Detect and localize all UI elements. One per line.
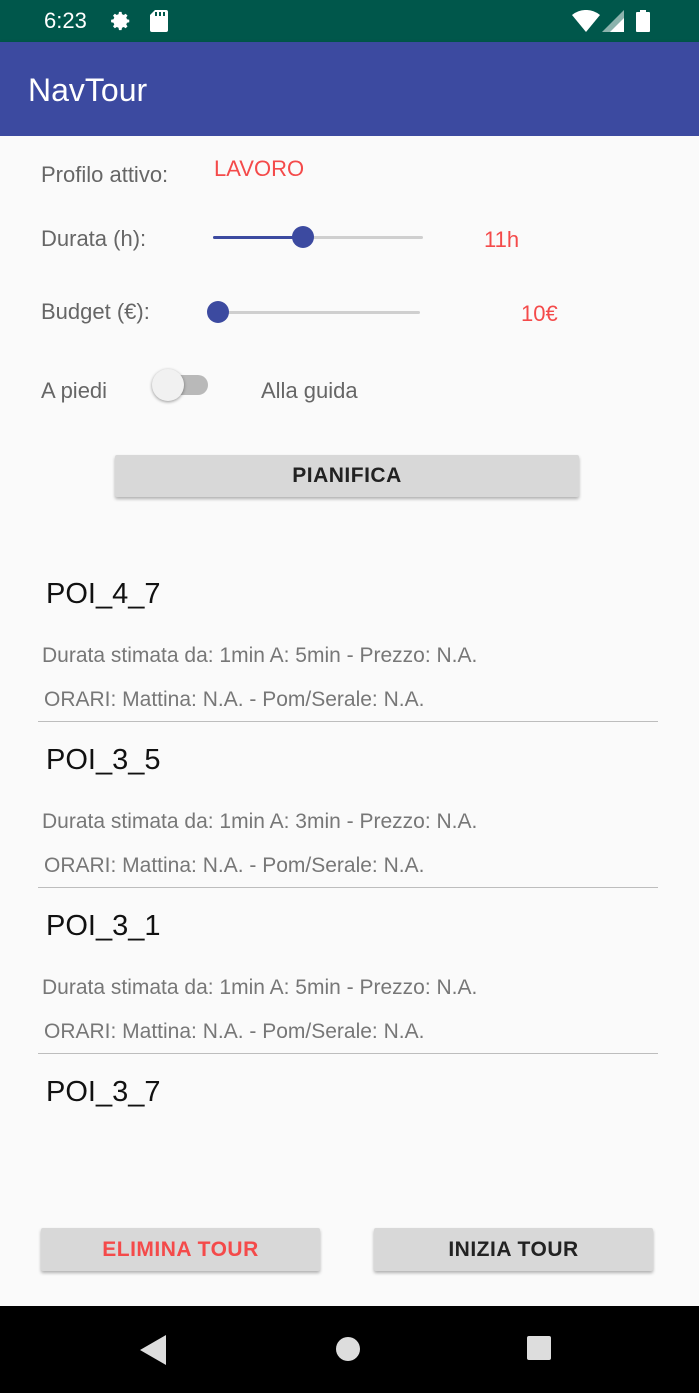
poi-duration-price: Durata stimata da: 1min A: 5min - Prezzo…	[42, 644, 478, 667]
poi-hours: ORARI: Mattina: N.A. - Pom/Serale: N.A.	[44, 688, 425, 711]
plan-button[interactable]: PIANIFICA	[115, 455, 579, 497]
mode-left-label: A piedi	[41, 378, 108, 403]
profile-label: Profilo attivo:	[41, 162, 169, 187]
poi-title: POI_3_1	[46, 910, 161, 942]
duration-slider-fill	[213, 236, 304, 239]
budget-slider[interactable]	[207, 301, 420, 323]
switch-thumb	[152, 369, 184, 401]
settings-icon	[110, 10, 132, 37]
battery-icon	[636, 10, 650, 37]
wifi-icon	[572, 9, 600, 37]
poi-title: POI_3_7	[46, 1076, 161, 1108]
main-content: Profilo attivo: LAVORO Durata (h): 11h B…	[0, 136, 699, 1306]
poi-list: POI_4_7 Durata stimata da: 1min A: 5min …	[38, 556, 658, 1220]
list-item[interactable]: POI_3_7	[38, 1054, 658, 1220]
budget-slider-thumb[interactable]	[207, 301, 229, 323]
mode-right-label: Alla guida	[261, 378, 358, 403]
poi-duration-price: Durata stimata da: 1min A: 3min - Prezzo…	[42, 810, 478, 833]
poi-title: POI_3_5	[46, 744, 161, 776]
profile-value: LAVORO	[214, 156, 305, 181]
signal-icon	[602, 10, 624, 37]
list-item[interactable]: POI_3_1 Durata stimata da: 1min A: 5min …	[38, 888, 658, 1054]
start-tour-button[interactable]: INIZIA TOUR	[374, 1228, 653, 1271]
list-item[interactable]: POI_4_7 Durata stimata da: 1min A: 5min …	[38, 556, 658, 722]
budget-value: 10€	[521, 301, 558, 326]
duration-label: Durata (h):	[41, 226, 147, 251]
sd-card-icon	[150, 10, 168, 37]
status-bar: 6:23	[0, 0, 699, 42]
app-title: NavTour	[28, 72, 148, 108]
back-icon[interactable]	[140, 1335, 166, 1370]
delete-tour-button[interactable]: ELIMINA TOUR	[41, 1228, 320, 1271]
recents-icon[interactable]	[527, 1336, 551, 1365]
status-time: 6:23	[44, 8, 87, 33]
navigation-bar	[0, 1306, 699, 1393]
poi-hours: ORARI: Mattina: N.A. - Pom/Serale: N.A.	[44, 854, 425, 877]
duration-slider[interactable]	[213, 226, 423, 248]
duration-slider-thumb[interactable]	[292, 226, 315, 248]
app-bar: NavTour	[0, 42, 699, 136]
travel-mode-switch[interactable]	[152, 366, 210, 401]
poi-duration-price: Durata stimata da: 1min A: 5min - Prezzo…	[42, 976, 478, 999]
list-item[interactable]: POI_3_5 Durata stimata da: 1min A: 3min …	[38, 722, 658, 888]
poi-hours: ORARI: Mattina: N.A. - Pom/Serale: N.A.	[44, 1020, 425, 1043]
duration-value: 11h	[484, 227, 520, 252]
poi-title: POI_4_7	[46, 578, 161, 610]
home-icon[interactable]	[335, 1336, 361, 1367]
budget-label: Budget (€):	[41, 299, 150, 324]
